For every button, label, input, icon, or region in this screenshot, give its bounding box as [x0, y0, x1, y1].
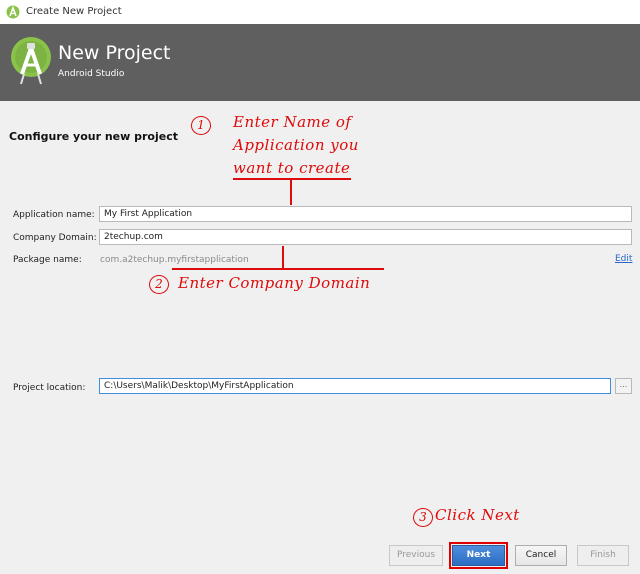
project-location-label: Project location: — [13, 383, 86, 393]
cancel-button[interactable]: Cancel — [515, 545, 567, 566]
page-subheading: Android Studio — [58, 69, 125, 79]
step-2-overline — [172, 268, 384, 270]
step-1-note-line-3: want to create — [233, 159, 351, 177]
section-title: Configure your new project — [9, 130, 178, 143]
step-1-marker: 1 — [191, 116, 211, 135]
step-1-underline — [233, 178, 351, 180]
window-title-bar: Create New Project — [0, 0, 640, 25]
next-button[interactable]: Next — [452, 545, 505, 566]
project-location-input[interactable]: C:\Users\Malik\Desktop\MyFirstApplicatio… — [99, 378, 611, 394]
package-name-value: com.a2techup.myfirstapplication — [100, 255, 249, 265]
edit-package-link[interactable]: Edit — [615, 254, 632, 264]
application-name-label: Application name: — [13, 210, 95, 220]
header-banner: New Project Android Studio — [0, 24, 640, 101]
window-title: Create New Project — [26, 6, 122, 17]
company-domain-input[interactable]: 2techup.com — [99, 229, 632, 245]
step-1-pointer-line — [290, 179, 292, 205]
package-name-label: Package name: — [13, 255, 82, 265]
company-domain-label: Company Domain: — [13, 233, 97, 243]
finish-button[interactable]: Finish — [577, 545, 629, 566]
step-3-marker: 3 — [413, 508, 433, 527]
application-name-input[interactable]: My First Application — [99, 206, 632, 222]
step-2-marker: 2 — [149, 275, 169, 294]
previous-button[interactable]: Previous — [389, 545, 443, 566]
android-studio-logo-icon — [11, 37, 51, 85]
page-heading: New Project — [58, 42, 171, 64]
browse-button[interactable]: ... — [615, 378, 632, 394]
step-1-note-line-1: Enter Name of — [233, 113, 352, 131]
step-2-pointer-line — [282, 246, 284, 268]
android-studio-icon — [6, 5, 20, 19]
step-2-note: Enter Company Domain — [178, 274, 371, 292]
step-3-note: Click Next — [435, 506, 520, 524]
step-1-note-line-2: Application you — [233, 136, 359, 154]
